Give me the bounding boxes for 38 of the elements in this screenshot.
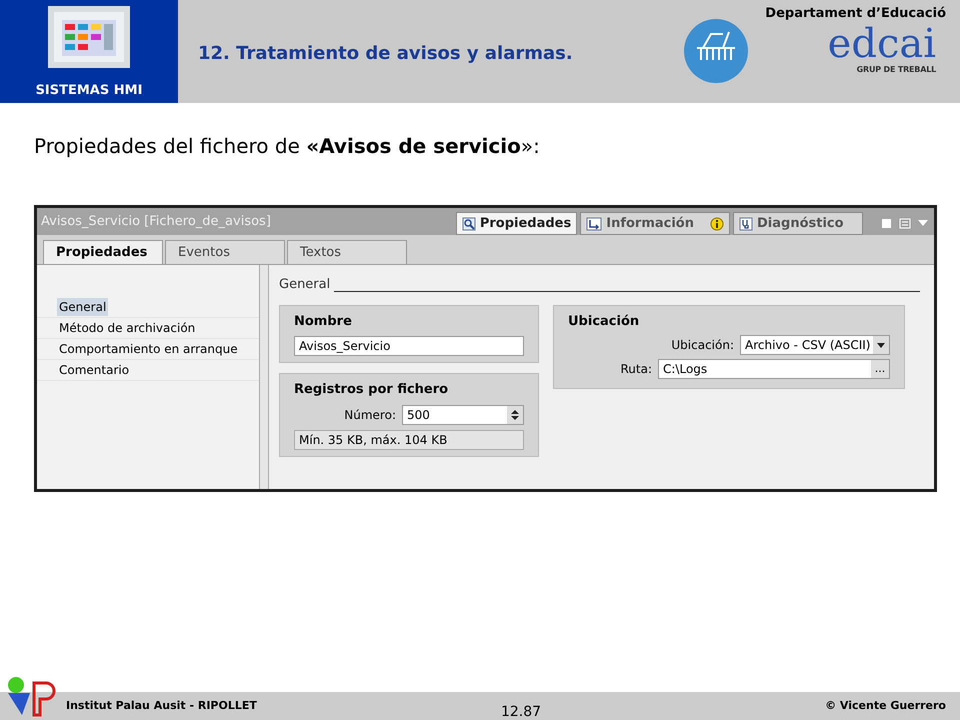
location-dropdown[interactable]: Archivo - CSV (ASCII) — [740, 335, 890, 355]
page-number: 12.87 — [500, 702, 542, 720]
name-field[interactable]: Avisos_Servicio — [294, 336, 524, 356]
splitter[interactable] — [259, 265, 269, 489]
circuit-logo-icon — [683, 18, 750, 84]
view-tab[interactable]: Diagnóstico — [733, 212, 863, 235]
warning-badge-icon — [710, 216, 724, 230]
institute-name: Institut Palau Ausit - RIPOLLET — [66, 698, 257, 714]
window-controls-icon[interactable] — [880, 217, 930, 229]
field-label: Ubicación: — [671, 337, 734, 354]
group-title: Registros por fichero — [294, 381, 450, 399]
nav-item[interactable]: Comportamiento en arranque — [57, 340, 240, 358]
nav-item[interactable]: Comentario — [57, 361, 132, 379]
number-spinner[interactable]: 500 — [402, 404, 524, 424]
nav-item[interactable]: General — [57, 298, 108, 316]
field-label: Ruta: — [620, 361, 652, 378]
size-info: Mín. 35 KB, máx. 104 KB — [294, 430, 524, 450]
spin-arrows-icon[interactable] — [507, 406, 523, 424]
view-tab[interactable]: Información — [580, 212, 730, 235]
magnifier-icon — [462, 216, 476, 230]
field-label: Número: — [344, 406, 396, 424]
group-title: Nombre — [294, 312, 353, 330]
stethoscope-icon — [739, 216, 753, 230]
slide-title: 12. Tratamiento de avisos y alarmas. — [198, 42, 573, 66]
logo-subtext: GRUP DE TREBALL — [856, 64, 936, 76]
editor-tab[interactable]: Propiedades — [43, 240, 163, 264]
view-tab[interactable]: Propiedades — [456, 212, 578, 235]
section-label: SISTEMAS HMI — [36, 82, 142, 100]
copyright: © Vicente Guerrero — [825, 698, 946, 714]
department-name: Departament d’Educació — [765, 5, 946, 23]
panel-title: Avisos_Servicio [Fichero_de_avisos] — [41, 212, 271, 231]
editor-tab[interactable]: Eventos — [165, 240, 285, 264]
editor-tab[interactable]: Textos — [287, 240, 407, 264]
section-heading: General — [279, 276, 330, 294]
nav-item[interactable]: Método de archivación — [57, 319, 198, 337]
slide-heading: Propiedades del fichero de «Avisos de servicio»: — [34, 134, 540, 158]
group-title: Ubicación — [568, 312, 640, 330]
logo-text: edcai — [828, 24, 936, 64]
